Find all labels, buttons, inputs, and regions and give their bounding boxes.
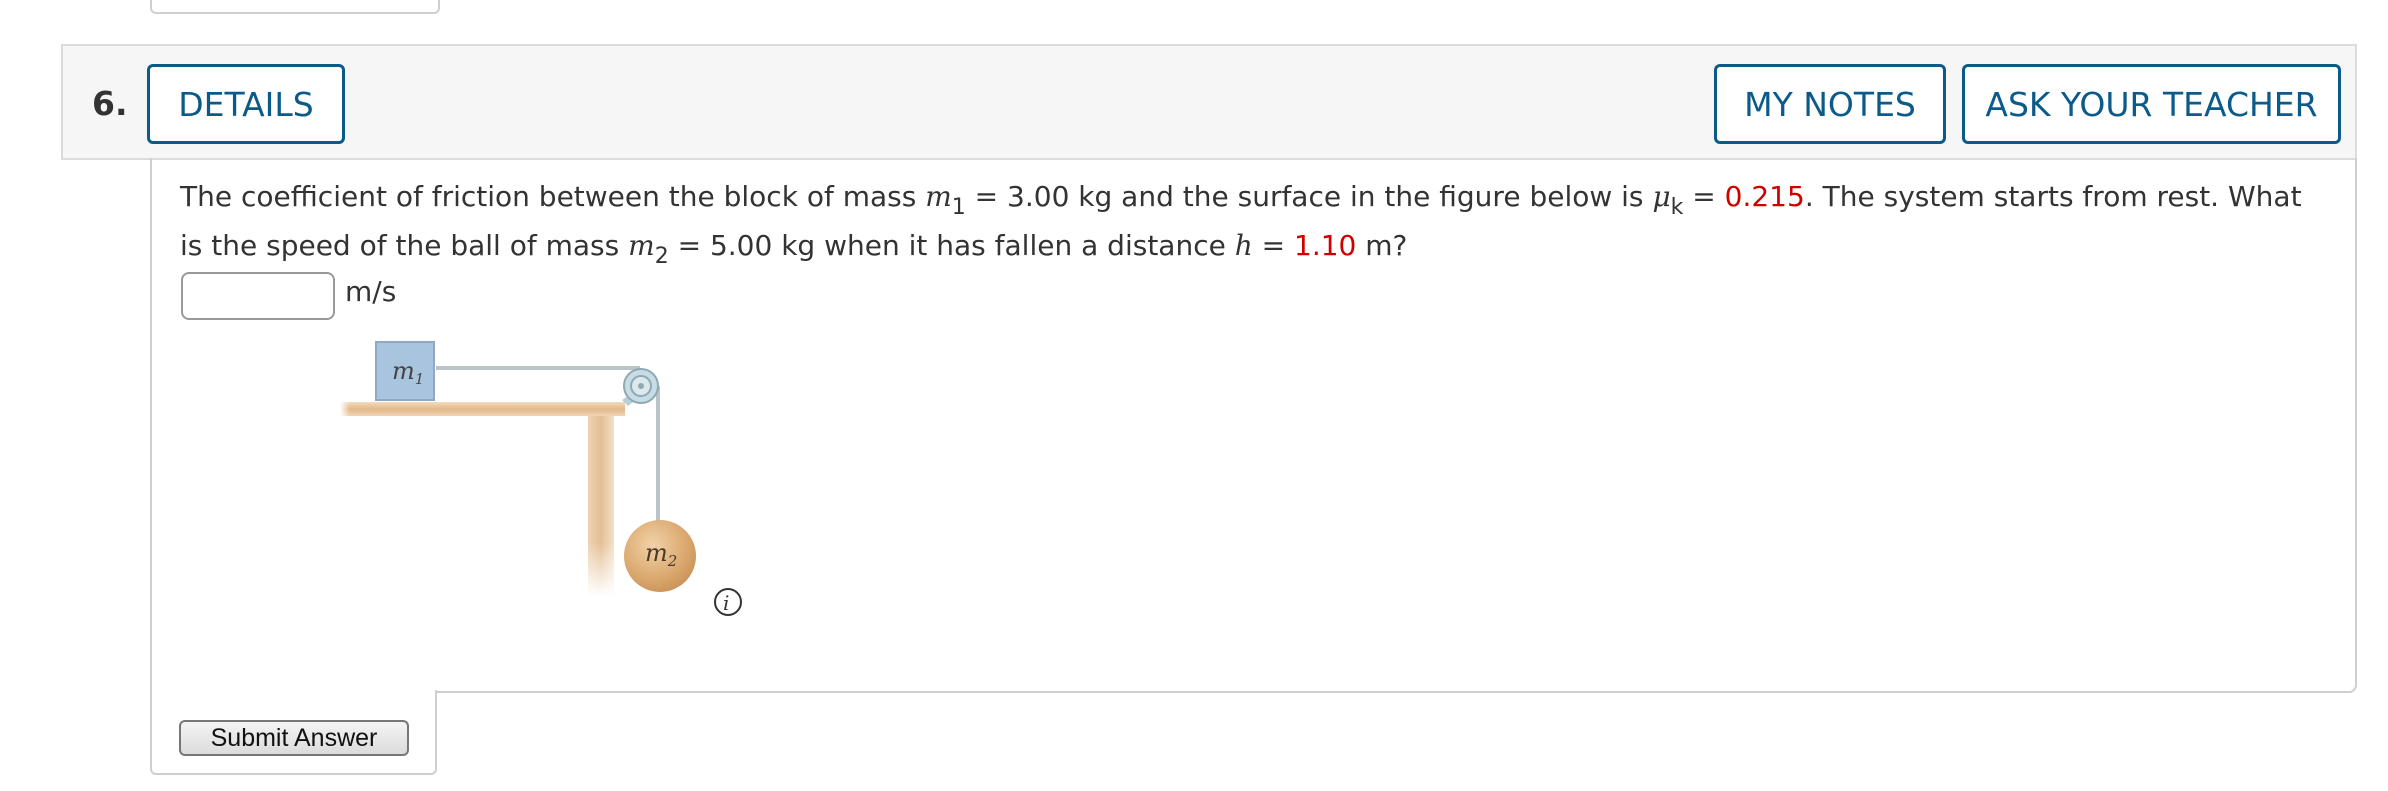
mu-variable: μ — [1652, 180, 1671, 213]
question-text: The coefficient of friction between the … — [180, 180, 2302, 269]
submit-answer-button[interactable]: Submit Answer — [179, 720, 409, 756]
info-icon[interactable]: i — [714, 588, 742, 616]
ask-your-teacher-button[interactable]: ASK YOUR TEACHER — [1962, 64, 2341, 144]
pulley-system-diagram: m1 m2 i — [340, 341, 742, 616]
answer-input[interactable] — [181, 272, 335, 320]
h-value: 1.10 — [1294, 229, 1357, 262]
h-variable: h — [1234, 229, 1253, 262]
mu-value: 0.215 — [1724, 180, 1805, 213]
question-number: 6. — [92, 84, 128, 123]
my-notes-button[interactable]: MY NOTES — [1714, 64, 1946, 144]
m1-variable: m — [925, 180, 952, 213]
m2-variable: m — [628, 229, 655, 262]
physics-figure: m1 m2 i — [330, 330, 760, 630]
details-button[interactable]: DETAILS — [147, 64, 345, 144]
svg-text:i: i — [723, 591, 729, 615]
previous-question-box — [150, 0, 440, 14]
answer-unit: m/s — [345, 275, 397, 308]
